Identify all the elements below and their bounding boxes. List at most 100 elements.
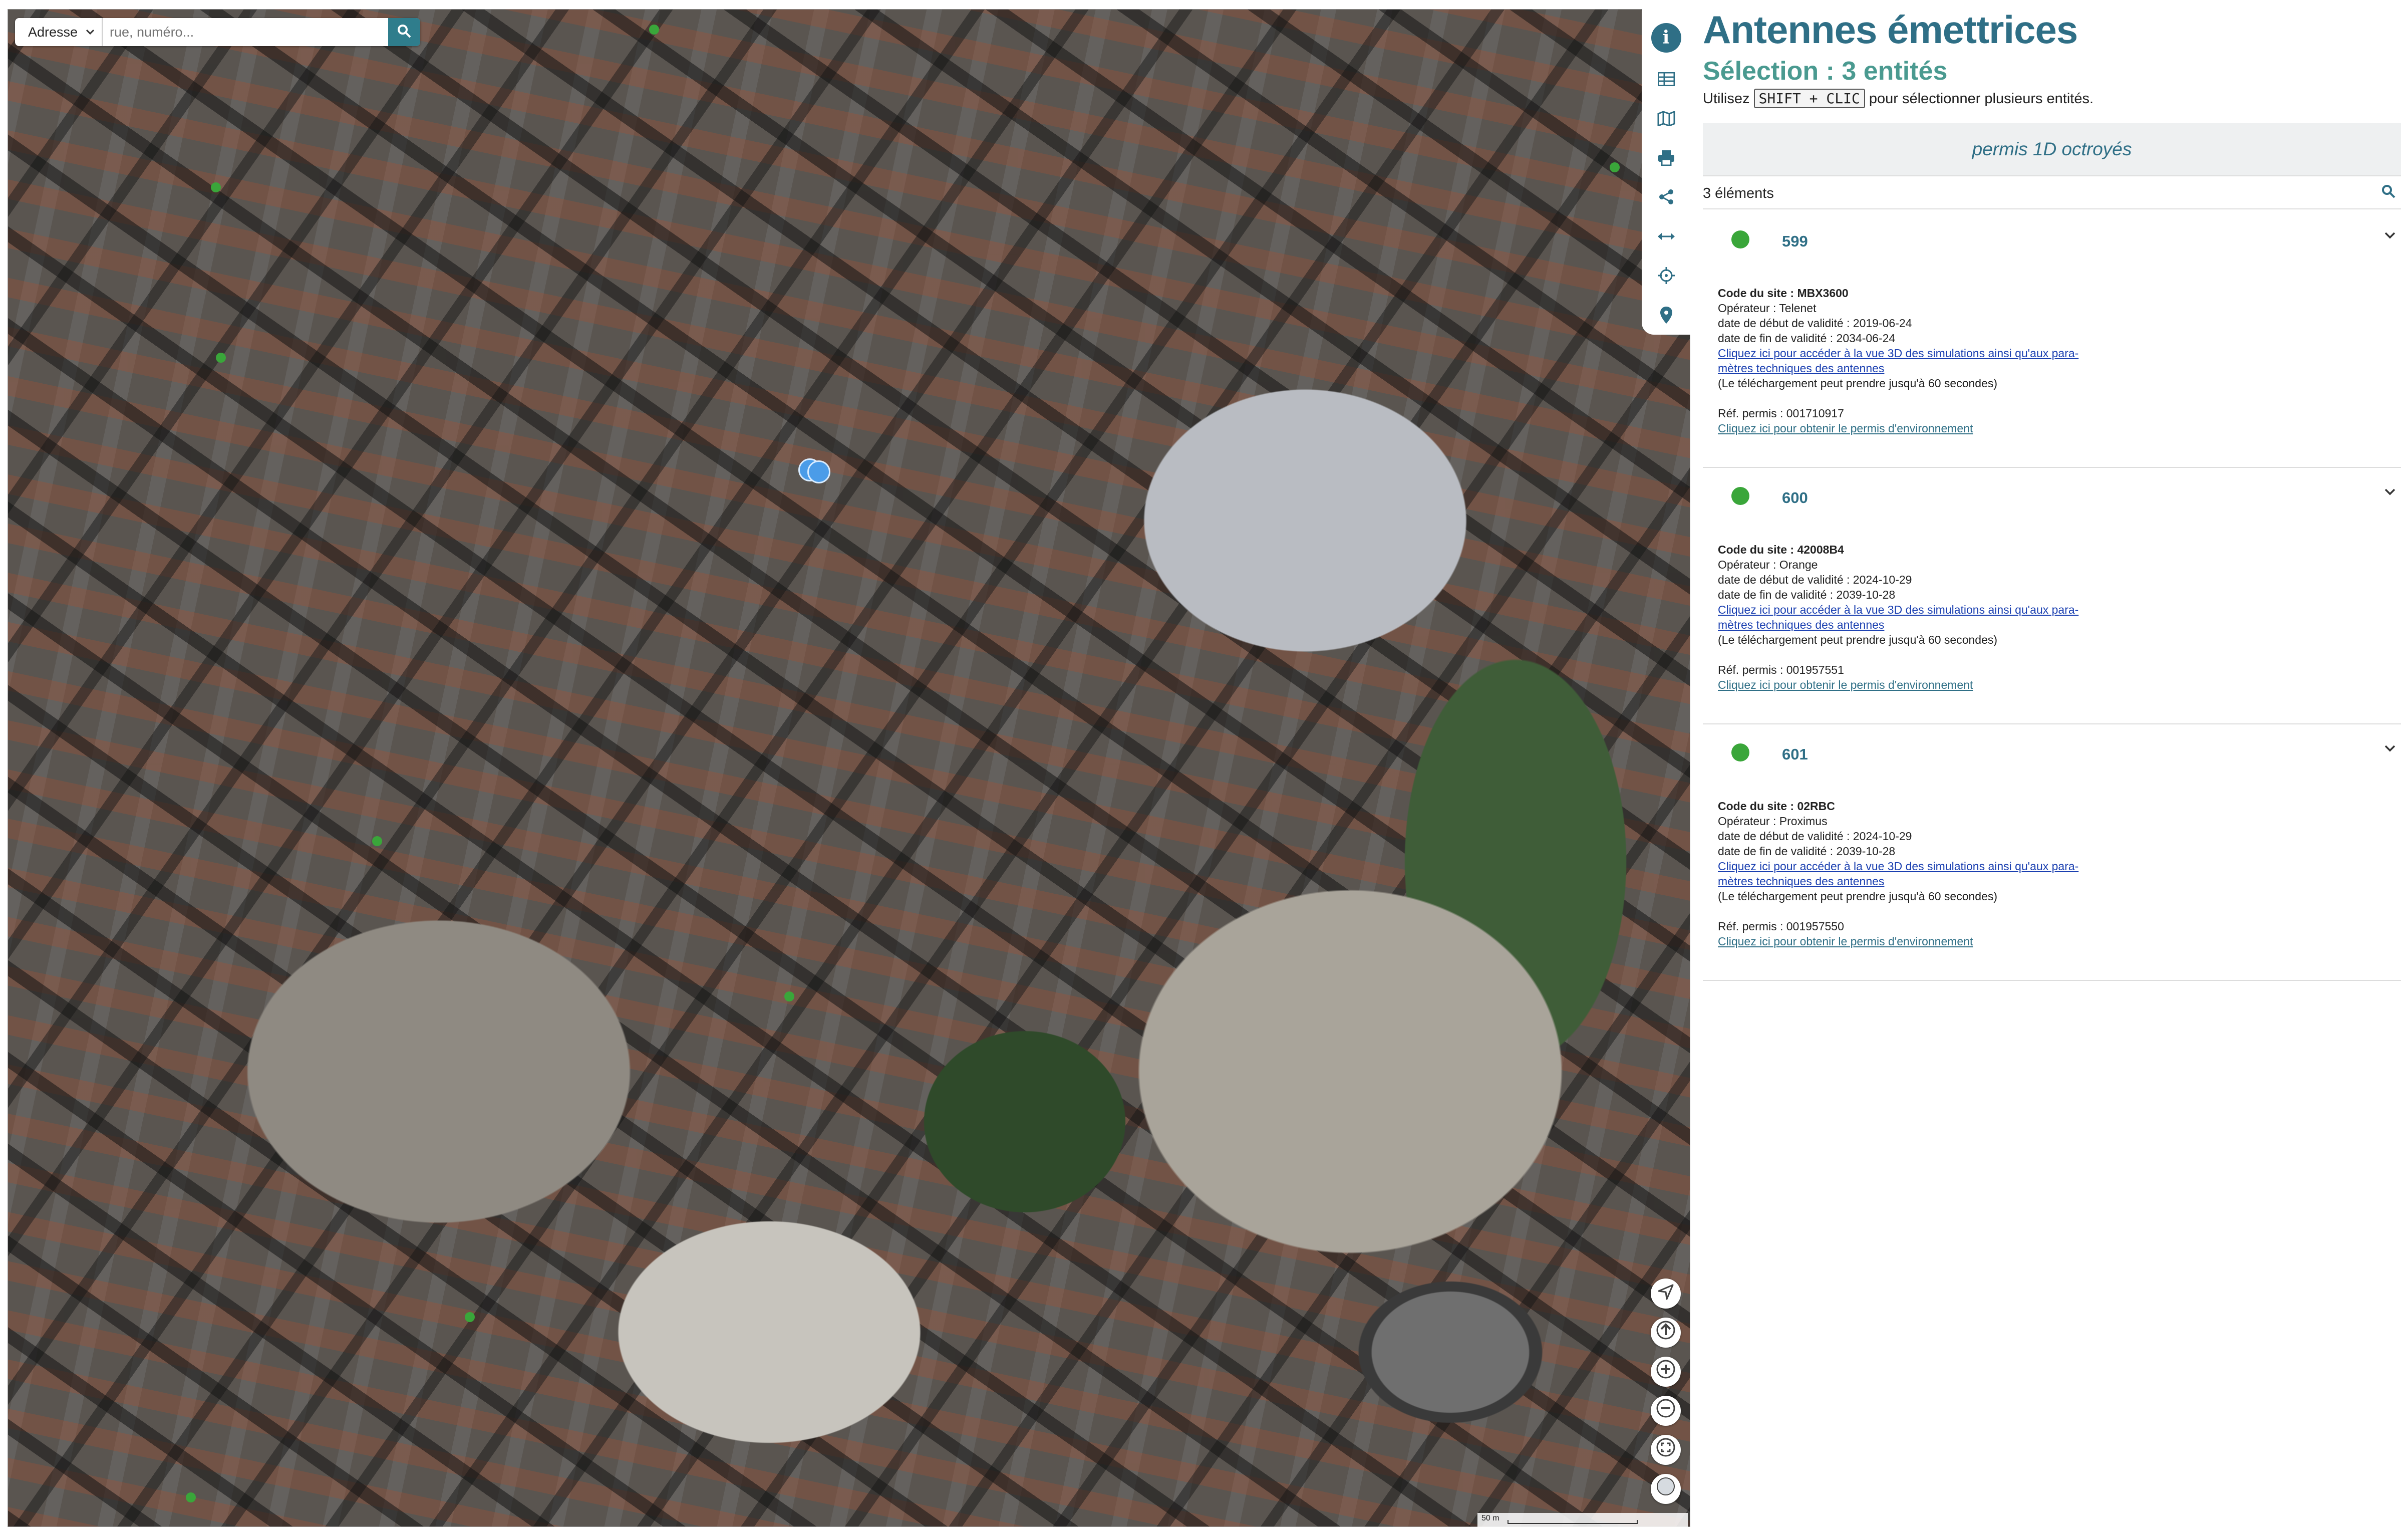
- chevron-down-icon: [86, 27, 95, 38]
- operator: Opérateur : Orange: [1718, 558, 1818, 571]
- search-input[interactable]: [103, 18, 388, 46]
- entity-name: 600: [1782, 489, 1808, 506]
- scale-bar: 50 m: [1477, 1513, 1688, 1527]
- pin-icon[interactable]: [1651, 296, 1681, 335]
- antenna-marker[interactable]: [465, 1312, 475, 1322]
- site-code: Code du site : 02RBC: [1718, 800, 1835, 813]
- entity-details: Code du site : MBX3600 Opérateur : Telen…: [1718, 286, 2078, 436]
- panel-title: Antennes émettrices: [1703, 8, 2078, 52]
- zoom-out-button[interactable]: [1651, 1396, 1681, 1426]
- share-icon[interactable]: [1651, 177, 1681, 216]
- fullscreen-icon: [1656, 1437, 1676, 1463]
- scale-bar-line: [1508, 1520, 1638, 1524]
- count-label: 3 éléments: [1703, 185, 1774, 201]
- selection-subtitle: Sélection : 3 entités: [1703, 57, 1948, 86]
- search-mode-label: Adresse: [28, 24, 78, 40]
- zoom-in-icon: [1656, 1359, 1676, 1385]
- validity-start: date de début de validité : 2024-10-29: [1718, 830, 1912, 843]
- search-icon: [397, 24, 412, 41]
- hint-prefix: Utilisez: [1703, 91, 1750, 107]
- group-title: permis 1D octroyés: [1972, 139, 2132, 159]
- antenna-marker[interactable]: [649, 25, 659, 35]
- status-dot-icon: [1731, 743, 1749, 761]
- validity-end: date de fin de validité : 2039-10-28: [1718, 845, 1896, 858]
- address-search: Adresse: [15, 18, 420, 46]
- view-3d-link[interactable]: Cliquez ici pour accéder à la vue 3D des…: [1718, 603, 2078, 631]
- print-icon[interactable]: [1651, 138, 1681, 177]
- entity-header[interactable]: 599: [1703, 211, 2401, 268]
- download-note: (Le téléchargement peut prendre jusqu'à …: [1718, 633, 1998, 646]
- table-icon[interactable]: [1651, 60, 1681, 99]
- navigate-icon: [1657, 1281, 1674, 1306]
- zoom-in-button[interactable]: [1651, 1357, 1681, 1387]
- north-button[interactable]: [1651, 1318, 1681, 1348]
- permit-link[interactable]: Cliquez ici pour obtenir le permis d'env…: [1718, 678, 1973, 691]
- site-code: Code du site : MBX3600: [1718, 287, 1849, 300]
- antenna-marker[interactable]: [211, 182, 221, 192]
- validity-start: date de début de validité : 2019-06-24: [1718, 317, 1912, 330]
- antenna-marker[interactable]: [784, 991, 794, 1001]
- scale-label: 50 m: [1481, 1514, 1499, 1522]
- selection-hint: Utilisez SHIFT + CLIC pour sélectionner …: [1703, 89, 2094, 108]
- chevron-down-icon[interactable]: [2384, 231, 2396, 242]
- selected-antenna-marker[interactable]: [807, 460, 830, 483]
- permit-ref: Réf. permis : 001957551: [1718, 663, 1844, 676]
- view-3d-link-line2: mètres techniques des antennes: [1718, 362, 1885, 375]
- entity-card: 599 Code du site : MBX3600 Opérateur : T…: [1703, 211, 2401, 468]
- chevron-down-icon[interactable]: [2384, 744, 2396, 755]
- validity-end: date de fin de validité : 2039-10-28: [1718, 588, 1896, 601]
- info-panel: Antennes émettrices Sélection : 3 entité…: [1703, 0, 2408, 1530]
- antenna-marker[interactable]: [216, 353, 226, 363]
- north-arrow-icon: [1656, 1320, 1676, 1346]
- navigate-button[interactable]: [1651, 1279, 1681, 1309]
- validity-start: date de début de validité : 2024-10-29: [1718, 573, 1912, 586]
- group-header[interactable]: permis 1D octroyés: [1703, 123, 2401, 176]
- antenna-marker[interactable]: [372, 836, 382, 846]
- permit-link[interactable]: Cliquez ici pour obtenir le permis d'env…: [1718, 935, 1973, 948]
- map-icon[interactable]: [1651, 99, 1681, 138]
- antenna-marker[interactable]: [1610, 162, 1620, 172]
- download-note: (Le téléchargement peut prendre jusqu'à …: [1718, 377, 1998, 390]
- search-mode-select[interactable]: Adresse: [15, 18, 103, 46]
- status-dot-icon: [1731, 487, 1749, 505]
- entity-name: 601: [1782, 745, 1808, 763]
- basemap-icon: [1656, 1476, 1676, 1502]
- validity-end: date de fin de validité : 2034-06-24: [1718, 332, 1896, 345]
- view-3d-link-line2: mètres techniques des antennes: [1718, 875, 1885, 888]
- view-3d-link[interactable]: Cliquez ici pour accéder à la vue 3D des…: [1718, 860, 2078, 888]
- chevron-down-icon[interactable]: [2384, 488, 2396, 498]
- entity-details: Code du site : 42008B4 Opérateur : Orang…: [1718, 542, 2078, 692]
- permit-ref: Réf. permis : 001710917: [1718, 407, 1844, 420]
- search-icon[interactable]: [2381, 184, 2401, 203]
- hint-suffix: pour sélectionner plusieurs entités.: [1869, 91, 2094, 107]
- permit-link[interactable]: Cliquez ici pour obtenir le permis d'env…: [1718, 422, 1973, 435]
- aerial-map[interactable]: [8, 9, 1690, 1527]
- download-note: (Le téléchargement peut prendre jusqu'à …: [1718, 890, 1998, 903]
- operator: Opérateur : Proximus: [1718, 815, 1828, 828]
- fullscreen-button[interactable]: [1651, 1435, 1681, 1465]
- entity-name: 599: [1782, 232, 1808, 250]
- entity-details: Code du site : 02RBC Opérateur : Proximu…: [1718, 799, 2078, 949]
- count-row: 3 éléments: [1703, 178, 2401, 209]
- view-3d-link-line1: Cliquez ici pour accéder à la vue 3D des…: [1718, 603, 2079, 616]
- view-3d-link-line1: Cliquez ici pour accéder à la vue 3D des…: [1718, 860, 2079, 873]
- view-3d-link-line1: Cliquez ici pour accéder à la vue 3D des…: [1718, 347, 2079, 360]
- map-toolbar: i: [1642, 9, 1690, 335]
- hint-key: SHIFT + CLIC: [1753, 89, 1865, 108]
- antenna-marker[interactable]: [186, 1492, 196, 1502]
- operator: Opérateur : Telenet: [1718, 302, 1817, 315]
- permit-ref: Réf. permis : 001957550: [1718, 920, 1844, 933]
- entity-header[interactable]: 601: [1703, 724, 2401, 781]
- zoom-out-icon: [1656, 1398, 1676, 1424]
- entity-card: 601 Code du site : 02RBC Opérateur : Pro…: [1703, 724, 2401, 981]
- search-button[interactable]: [388, 18, 420, 46]
- info-icon[interactable]: i: [1651, 23, 1681, 53]
- basemap-button[interactable]: [1651, 1474, 1681, 1504]
- view-3d-link[interactable]: Cliquez ici pour accéder à la vue 3D des…: [1718, 347, 2078, 375]
- site-code: Code du site : 42008B4: [1718, 543, 1844, 556]
- measure-icon[interactable]: [1651, 217, 1681, 256]
- status-dot-icon: [1731, 230, 1749, 248]
- entity-header[interactable]: 600: [1703, 468, 2401, 524]
- crosshair-icon[interactable]: [1651, 256, 1681, 295]
- entity-card: 600 Code du site : 42008B4 Opérateur : O…: [1703, 468, 2401, 724]
